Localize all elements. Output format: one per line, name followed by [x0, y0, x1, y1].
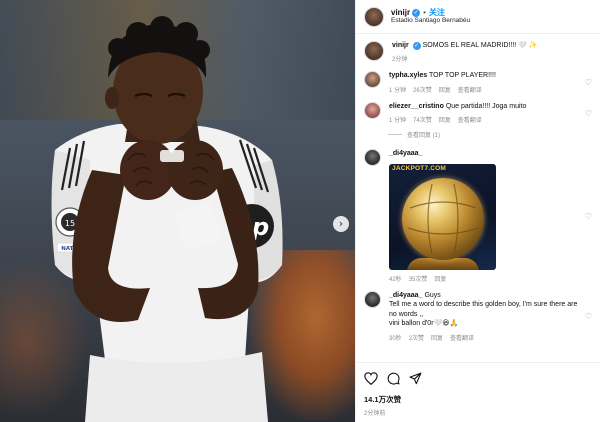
comment-likes[interactable]: 35次赞: [409, 274, 428, 283]
ball-seams: [407, 183, 479, 254]
post-header: vinijr ✓ • 关注 Estadio Santiago Bernabéu: [356, 0, 600, 34]
caption-body: SOMOS EL REAL MADRID!!!! 🤍 ✨: [422, 42, 538, 49]
translate-button[interactable]: 查看翻译: [458, 115, 482, 124]
caption-username[interactable]: vinijr: [392, 42, 409, 49]
commenter-avatar[interactable]: [364, 149, 381, 167]
comment-time: 1 分钟: [389, 118, 407, 125]
heart-icon[interactable]: ♡: [585, 109, 592, 118]
comment-time: 42秒: [389, 276, 402, 283]
comment-text: eliezer__cristino Que partida!!!! Joga m…: [389, 102, 585, 111]
comment-icon[interactable]: [387, 372, 400, 385]
author-info: vinijr ✓ • 关注 Estadio Santiago Bernabéu: [391, 8, 470, 25]
comment-item: _di4yaaa_ Guys Tell me a word to describ…: [364, 290, 592, 342]
author-row: vinijr ✓ • 关注: [391, 8, 470, 18]
svg-text:15: 15: [65, 219, 75, 228]
post-photo[interactable]: 15 NATIONS hp: [0, 0, 355, 422]
caption-text: vinijr ✓ SOMOS EL REAL MADRID!!!! 🤍 ✨: [392, 41, 592, 50]
heart-icon[interactable]: [364, 371, 378, 385]
comment-body: Que partida!!!! Joga muito: [445, 102, 527, 110]
comment-body-line2: Tell me a word to describe this golden b…: [389, 301, 578, 318]
player-illustration: 15 NATIONS hp: [51, 16, 283, 422]
instagram-post: 15 NATIONS hp: [0, 0, 600, 422]
comment-text: typha.xyles TOP TOP PLAYER!!!!: [389, 71, 585, 80]
commenter-avatar[interactable]: [364, 71, 381, 89]
commenter-avatar[interactable]: [364, 290, 381, 308]
view-replies-button[interactable]: 查看回复 (1): [388, 130, 592, 139]
heart-icon[interactable]: ♡: [585, 78, 592, 87]
comment-item: typha.xyles TOP TOP PLAYER!!!! 1 分钟 26次赞…: [364, 71, 592, 94]
translate-button[interactable]: 查看翻译: [458, 85, 482, 94]
comment-item: eliezer__cristino Que partida!!!! Joga m…: [364, 101, 592, 124]
comment-item: _di4yaaa_ JACKPOT7.COM 42秒 35次赞 回复 ♡: [364, 149, 592, 283]
post-sidebar: vinijr ✓ • 关注 Estadio Santiago Bernabéu …: [355, 0, 600, 422]
reply-button[interactable]: 回复: [431, 333, 443, 342]
comment-username[interactable]: _di4yaaa_: [389, 150, 422, 157]
comment-likes[interactable]: 26次赞: [413, 85, 432, 94]
heart-icon[interactable]: ♡: [585, 312, 592, 321]
verified-badge-icon: ✓: [412, 42, 421, 50]
comment-username[interactable]: typha.xyles: [389, 72, 427, 79]
follow-button[interactable]: 关注: [429, 8, 445, 18]
like-count[interactable]: 14.1万次赞: [364, 394, 592, 405]
reply-button[interactable]: 回复: [439, 85, 451, 94]
comment-meta: 1 分钟 26次赞 回复 查看翻译: [389, 85, 585, 94]
post-footer: 14.1万次赞 2分钟前: [356, 362, 600, 422]
post-location[interactable]: Estadio Santiago Bernabéu: [391, 17, 470, 25]
comment-text: _di4yaaa_: [389, 149, 585, 158]
comment-likes[interactable]: 74次赞: [413, 115, 432, 124]
comment-username[interactable]: _di4yaaa_: [389, 292, 422, 299]
comment-likes[interactable]: 2次赞: [409, 333, 424, 342]
comment-time: 30秒: [389, 335, 402, 342]
comment-body-line3: vini ballon d'0r🤍😆🙏: [389, 320, 459, 328]
reply-button[interactable]: 回复: [434, 274, 446, 283]
comment-body: TOP TOP PLAYER!!!!: [428, 72, 496, 80]
commenter-avatar[interactable]: [364, 101, 381, 119]
comment-time: 1 分钟: [389, 87, 407, 94]
comment-text: _di4yaaa_ Guys Tell me a word to describ…: [389, 291, 585, 329]
verified-badge-icon: ✓: [412, 8, 421, 17]
caption-time: 2分钟: [392, 57, 408, 64]
post-time: 2分钟前: [364, 411, 386, 417]
heart-icon[interactable]: ♡: [585, 212, 592, 221]
image-watermark: JACKPOT7.COM: [392, 164, 447, 172]
translate-button[interactable]: 查看翻译: [450, 333, 474, 342]
separator-dot: •: [423, 7, 426, 17]
comment-body: Guys: [424, 291, 441, 299]
comment-meta: 1 分钟 74次赞 回复 查看翻译: [389, 115, 585, 124]
comment-username[interactable]: eliezer__cristino: [389, 103, 444, 110]
chevron-right-icon[interactable]: ›: [333, 216, 349, 232]
comment-meta: 30秒 2次赞 回复 查看翻译: [389, 333, 585, 342]
share-icon[interactable]: [409, 372, 422, 385]
view-replies-label: 查看回复 (1): [407, 133, 441, 140]
post-caption: vinijr ✓ SOMOS EL REAL MADRID!!!! 🤍 ✨ 2分…: [364, 41, 592, 63]
author-username[interactable]: vinijr: [391, 8, 410, 18]
comment-meta: 42秒 35次赞 回复: [389, 274, 585, 283]
replies-line: [388, 134, 402, 136]
comments-list[interactable]: vinijr ✓ SOMOS EL REAL MADRID!!!! 🤍 ✨ 2分…: [356, 35, 600, 362]
comment-image[interactable]: JACKPOT7.COM: [389, 163, 496, 270]
reply-button[interactable]: 回复: [439, 115, 451, 124]
caption-meta: 2分钟: [392, 54, 592, 63]
author-avatar[interactable]: [364, 6, 384, 27]
caption-author-avatar[interactable]: [364, 41, 384, 61]
action-bar: [364, 369, 592, 387]
